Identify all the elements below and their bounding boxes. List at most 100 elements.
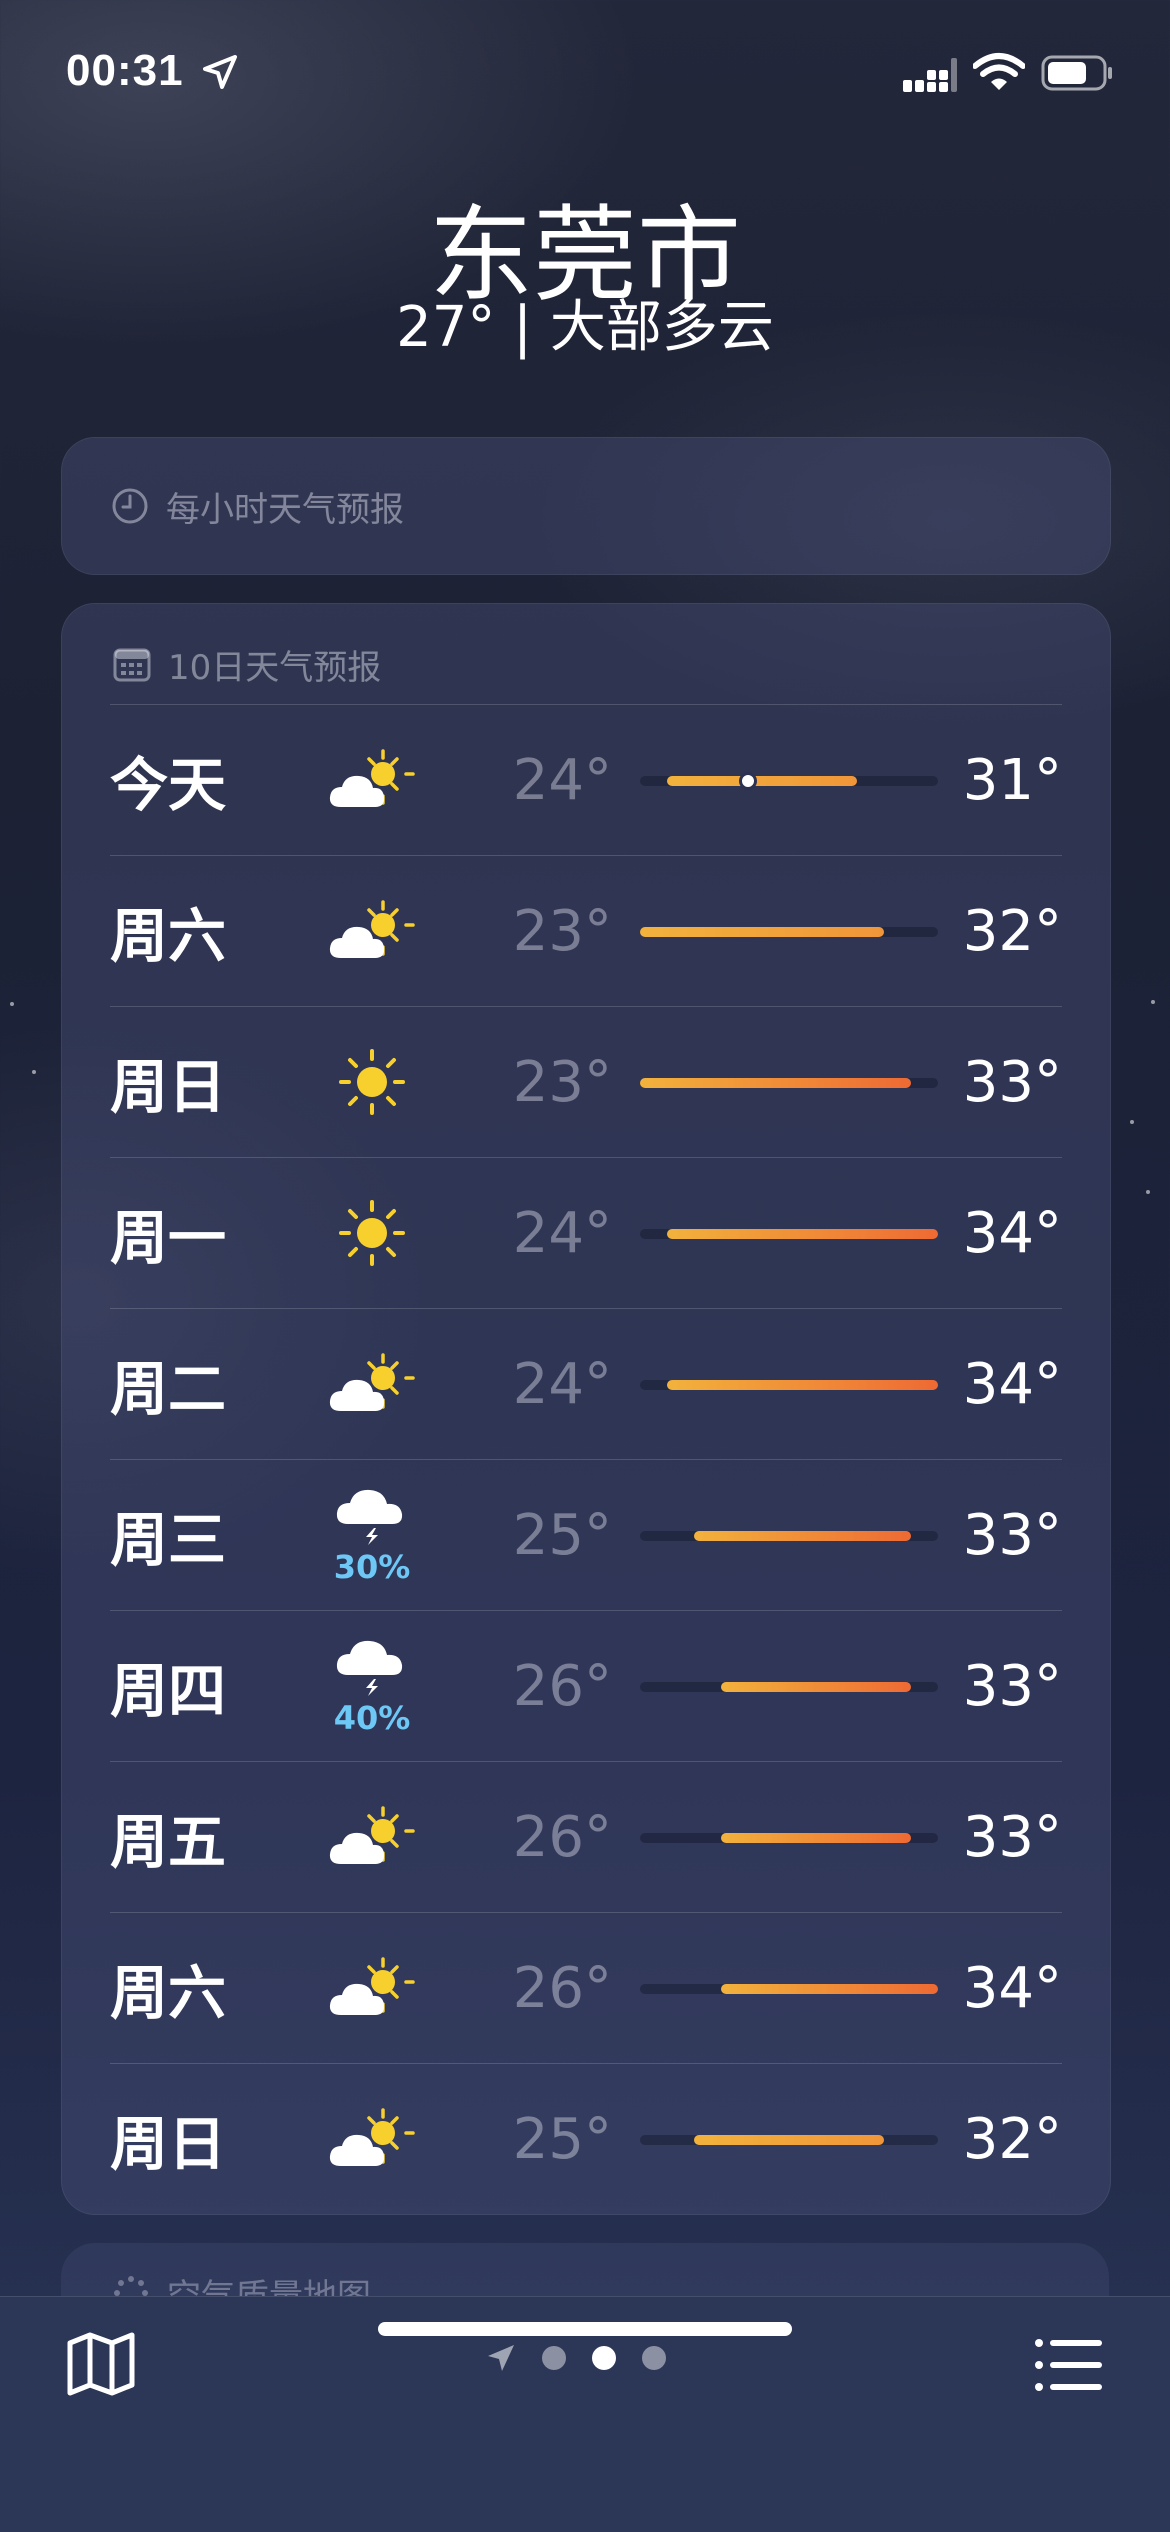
low-temp: 24° <box>512 747 612 813</box>
low-temp: 26° <box>512 1804 612 1870</box>
low-temp: 23° <box>512 898 612 964</box>
high-temp: 32° <box>962 898 1062 964</box>
temp-range-bar <box>640 1078 938 1088</box>
current-location-page-icon[interactable] <box>486 2343 516 2373</box>
page-dot-active[interactable] <box>592 2346 616 2370</box>
temp-range-bar <box>640 772 938 790</box>
forecast-row[interactable]: 今天 24° 31° <box>110 704 1062 855</box>
partly-cloudy-icon <box>322 2064 422 2214</box>
low-temp: 24° <box>512 1200 612 1266</box>
forecast-row[interactable]: 周日 25° 32° <box>110 2063 1062 2214</box>
forecast-day: 周日 <box>110 2110 227 2178</box>
temp-range-bar <box>640 1380 938 1390</box>
partly-cloudy-icon <box>322 1913 422 2063</box>
forecast-row[interactable]: 周日 23° 33° <box>110 1006 1062 1157</box>
precipitation-chance: 30% <box>333 1548 411 1586</box>
forecast-row[interactable]: 周五 26° 33° <box>110 1761 1062 1912</box>
forecast-day: 周二 <box>110 1355 227 1423</box>
current-conditions: 27° | 大部多云 <box>396 295 774 360</box>
partly-cloudy-icon <box>322 1762 422 1912</box>
high-temp: 33° <box>962 1804 1062 1870</box>
temp-range-bar <box>640 1833 938 1843</box>
forecast-list: 今天 24° 31° 周六 23° 32° 周日 23° 33° 周一 24° 34° 周二 24° 34°… <box>110 704 1062 2214</box>
clock-icon <box>112 488 148 524</box>
temp-range-fill <box>667 776 857 786</box>
hourly-forecast-title: 每小时天气预报 <box>166 489 404 530</box>
high-temp: 34° <box>962 1200 1062 1266</box>
forecast-day: 周五 <box>110 1808 227 1876</box>
star <box>10 1002 14 1006</box>
hourly-forecast-header: 每小时天气预报 <box>110 438 404 574</box>
partly-cloudy-icon <box>322 705 422 855</box>
forecast-row[interactable]: 周二 24° 34° <box>110 1308 1062 1459</box>
battery-icon <box>1041 55 1112 91</box>
high-temp: 33° <box>962 1653 1062 1719</box>
star <box>1130 1120 1134 1124</box>
forecast-day: 周三 <box>110 1506 227 1574</box>
low-temp: 25° <box>512 2106 612 2172</box>
status-time: 00:31 <box>66 46 184 95</box>
forecast-row[interactable]: 周六 23° 32° <box>110 855 1062 1006</box>
low-temp: 26° <box>512 1653 612 1719</box>
star <box>32 1070 36 1074</box>
forecast-row[interactable]: 周三 30% 25° 33° <box>110 1459 1062 1610</box>
wifi-icon <box>973 53 1025 90</box>
partly-cloudy-icon <box>322 1309 422 1459</box>
high-temp: 31° <box>962 747 1062 813</box>
temp-range-fill <box>721 1833 911 1843</box>
ten-day-forecast-title: 10日天气预报 <box>168 647 382 688</box>
ten-day-forecast-card[interactable]: 10日天气预报 今天 24° 31° 周六 23° 32° 周日 23° 33° 周一 24° 34°… <box>61 603 1111 2215</box>
forecast-day: 周日 <box>110 1053 227 1121</box>
high-temp: 32° <box>962 2106 1062 2172</box>
partly-cloudy-icon <box>322 856 422 1006</box>
high-temp: 33° <box>962 1049 1062 1115</box>
high-temp: 34° <box>962 1351 1062 1417</box>
precipitation-chance: 40% <box>333 1699 411 1737</box>
temp-range-fill <box>721 1682 911 1692</box>
home-indicator[interactable] <box>378 2322 792 2336</box>
temp-range-bar <box>640 1531 938 1541</box>
forecast-row[interactable]: 周四 40% 26° 33° <box>110 1610 1062 1761</box>
temp-range-bar <box>640 927 938 937</box>
temp-range-fill <box>721 1984 938 1994</box>
low-temp: 26° <box>512 1955 612 2021</box>
cellular-signal-icon <box>903 58 957 92</box>
page-dot[interactable] <box>542 2346 566 2370</box>
temp-range-bar <box>640 1229 938 1239</box>
temp-range-fill <box>694 2135 884 2145</box>
low-temp: 25° <box>512 1502 612 1568</box>
temp-range-fill <box>667 1229 938 1239</box>
temp-range-fill <box>640 927 884 937</box>
forecast-day: 周四 <box>110 1657 227 1725</box>
low-temp: 23° <box>512 1049 612 1115</box>
thunderstorm-icon: 40% <box>322 1611 422 1761</box>
low-temp: 24° <box>512 1351 612 1417</box>
calendar-icon <box>113 648 151 682</box>
forecast-day: 周六 <box>110 902 227 970</box>
forecast-row[interactable]: 周六 26° 34° <box>110 1912 1062 2063</box>
temp-range-bar <box>640 1682 938 1692</box>
location-arrow-icon <box>203 55 237 89</box>
forecast-day: 周一 <box>110 1204 227 1272</box>
thunderstorm-icon: 30% <box>322 1460 422 1610</box>
hourly-forecast-card[interactable]: 每小时天气预报 <box>61 437 1111 575</box>
star <box>1146 1190 1150 1194</box>
map-icon[interactable] <box>66 2331 136 2397</box>
forecast-day: 今天 <box>110 751 227 819</box>
temp-range-fill <box>640 1078 911 1088</box>
list-icon[interactable] <box>1034 2337 1104 2393</box>
high-temp: 33° <box>962 1502 1062 1568</box>
page-dot[interactable] <box>642 2346 666 2370</box>
forecast-day: 周六 <box>110 1959 227 2027</box>
temp-range-bar <box>640 2135 938 2145</box>
temp-range-bar <box>640 1984 938 1994</box>
forecast-row[interactable]: 周一 24° 34° <box>110 1157 1062 1308</box>
star <box>1151 1000 1155 1004</box>
current-temp-marker <box>739 772 758 790</box>
temp-range-fill <box>694 1531 911 1541</box>
sun-icon <box>322 1007 422 1157</box>
high-temp: 34° <box>962 1955 1062 2021</box>
sun-icon <box>322 1158 422 1308</box>
page-indicator[interactable] <box>486 2343 666 2373</box>
temp-range-fill <box>667 1380 938 1390</box>
